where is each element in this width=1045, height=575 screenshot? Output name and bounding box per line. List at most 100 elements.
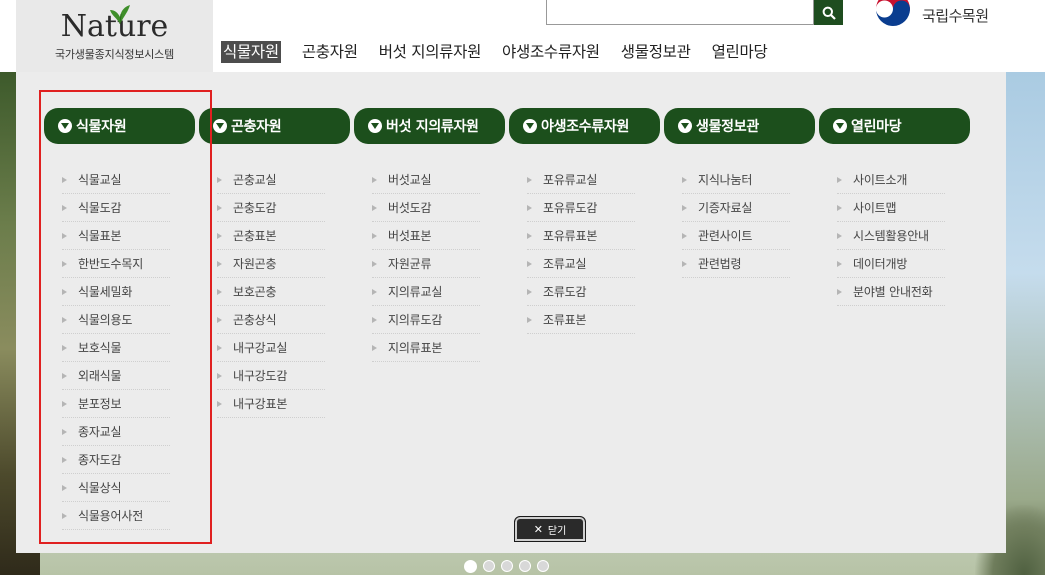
bullet-triangle-icon [62, 400, 67, 407]
menu-item[interactable]: 곤충교실 [217, 166, 325, 194]
gnb-item-bio-info[interactable]: 생물정보관 [621, 41, 691, 63]
menu-head-mushroom[interactable]: 버섯 지의류자원 [354, 108, 505, 144]
menu-item[interactable]: 지의류교실 [372, 278, 480, 306]
menu-item[interactable]: 관련법령 [682, 250, 790, 278]
menu-item[interactable]: 내구강표본 [217, 390, 325, 418]
slider-dot[interactable] [537, 560, 549, 572]
menu-item-label: 데이터개방 [853, 257, 908, 271]
menu-item[interactable]: 분포정보 [62, 390, 170, 418]
menu-item[interactable]: 종자교실 [62, 418, 170, 446]
bullet-triangle-icon [62, 232, 67, 239]
menu-item[interactable]: 내구강교실 [217, 334, 325, 362]
menu-head-label: 생물정보관 [696, 119, 759, 135]
menu-item[interactable]: 자원균류 [372, 250, 480, 278]
menu-item[interactable]: 시스템활용안내 [837, 222, 945, 250]
menu-head-insect[interactable]: 곤충자원 [199, 108, 350, 144]
menu-item[interactable]: 지의류표본 [372, 334, 480, 362]
chevron-down-icon [523, 119, 537, 133]
menu-item[interactable]: 버섯도감 [372, 194, 480, 222]
bullet-triangle-icon [527, 288, 532, 295]
menu-item[interactable]: 외래식물 [62, 362, 170, 390]
menu-head-bio-info[interactable]: 생물정보관 [664, 108, 815, 144]
menu-item-label: 곤충상식 [233, 313, 277, 327]
menu-item[interactable]: 포유류교실 [527, 166, 635, 194]
menu-item-label: 보호식물 [78, 341, 122, 355]
slider-dot[interactable] [501, 560, 513, 572]
menu-item[interactable]: 버섯교실 [372, 166, 480, 194]
menu-item-label: 사이트맵 [853, 201, 897, 215]
bullet-triangle-icon [372, 176, 377, 183]
menu-item[interactable]: 식물의용도 [62, 306, 170, 334]
leaf-icon [109, 5, 130, 25]
bullet-triangle-icon [372, 288, 377, 295]
slider-dot[interactable] [519, 560, 531, 572]
menu-item[interactable]: 내구강도감 [217, 362, 325, 390]
menu-head-label: 야생조수류자원 [541, 119, 630, 135]
menu-item-label: 기증자료실 [698, 201, 753, 215]
menu-item[interactable]: 사이트맵 [837, 194, 945, 222]
menu-item[interactable]: 식물세밀화 [62, 278, 170, 306]
menu-item[interactable]: 식물표본 [62, 222, 170, 250]
menu-item[interactable]: 곤충도감 [217, 194, 325, 222]
menu-item[interactable]: 버섯표본 [372, 222, 480, 250]
bullet-triangle-icon [372, 232, 377, 239]
menu-item-label: 조류교실 [543, 257, 587, 271]
menu-item-label: 식물도감 [78, 201, 122, 215]
menu-item[interactable]: 곤충표본 [217, 222, 325, 250]
menu-item[interactable]: 포유류표본 [527, 222, 635, 250]
menu-item[interactable]: 식물상식 [62, 474, 170, 502]
org-name: 국립수목원 [922, 6, 989, 25]
menu-item[interactable]: 한반도수목지 [62, 250, 170, 278]
search-input[interactable] [546, 0, 814, 25]
menu-item[interactable]: 조류표본 [527, 306, 635, 334]
chevron-down-icon [678, 119, 692, 133]
bullet-triangle-icon [62, 260, 67, 267]
menu-item[interactable]: 관련사이트 [682, 222, 790, 250]
slider-dot[interactable] [464, 560, 477, 573]
menu-item[interactable]: 조류도감 [527, 278, 635, 306]
menu-item-label: 포유류표본 [543, 229, 598, 243]
menu-item[interactable]: 지식나눔터 [682, 166, 790, 194]
menu-column-mushroom: 버섯 지의류자원버섯교실 버섯도감버섯표본자원균류 지의류교실 지의류도감 지의류표본 [354, 108, 509, 530]
gnb-item-insect[interactable]: 곤충자원 [302, 41, 358, 63]
menu-item[interactable]: 분야별 안내전화 [837, 278, 945, 306]
menu-item[interactable]: 식물용어사전 [62, 502, 170, 530]
menu-head-label: 곤충자원 [231, 119, 282, 135]
bullet-triangle-icon [372, 316, 377, 323]
gnb-item-plant[interactable]: 식물자원 [221, 41, 281, 63]
chevron-down-icon [833, 119, 847, 133]
menu-item-label: 버섯표본 [388, 229, 432, 243]
menu-item-label: 식물교실 [78, 173, 122, 187]
menu-head-wildlife[interactable]: 야생조수류자원 [509, 108, 660, 144]
menu-item[interactable]: 데이터개방 [837, 250, 945, 278]
gnb-item-wildlife[interactable]: 야생조수류자원 [502, 41, 600, 63]
menu-item[interactable]: 조류교실 [527, 250, 635, 278]
menu-item-label: 내구강표본 [233, 397, 288, 411]
menu-item[interactable]: 자원곤충 [217, 250, 325, 278]
menu-item[interactable]: 포유류도감 [527, 194, 635, 222]
menu-head-plant[interactable]: 식물자원 [44, 108, 195, 144]
gnb-item-mushroom[interactable]: 버섯 지의류자원 [379, 41, 482, 63]
gnb-item-open-forum[interactable]: 열린마당 [712, 41, 768, 63]
chevron-down-icon [213, 119, 227, 133]
mega-menu-panel: 식물자원식물교실식물도감식물표본 한반도수목지 식물세밀화 식물의용도보호식물외래식물… [16, 72, 1006, 553]
menu-item-label: 종자교실 [78, 425, 122, 439]
menu-head-label: 버섯 지의류자원 [386, 119, 479, 135]
menu-item[interactable]: 식물교실 [62, 166, 170, 194]
org-logo[interactable]: 국립수목원 [872, 0, 989, 30]
menu-item[interactable]: 곤충상식 [217, 306, 325, 334]
menu-item[interactable]: 지의류도감 [372, 306, 480, 334]
search-button[interactable] [814, 0, 843, 25]
bullet-triangle-icon [372, 204, 377, 211]
menu-item[interactable]: 식물도감 [62, 194, 170, 222]
menu-item[interactable]: 기증자료실 [682, 194, 790, 222]
menu-head-open-forum[interactable]: 열린마당 [819, 108, 970, 144]
menu-item[interactable]: 종자도감 [62, 446, 170, 474]
slider-dot[interactable] [483, 560, 495, 572]
menu-item[interactable]: 사이트소개 [837, 166, 945, 194]
site-logo[interactable]: Nature 국가생물종지식정보시스템 [16, 0, 213, 72]
menu-item[interactable]: 보호식물 [62, 334, 170, 362]
close-button[interactable]: ✕ 닫기 [514, 516, 586, 542]
menu-list: 지식나눔터기증자료실관련사이트 관련법령 [664, 166, 819, 278]
menu-item[interactable]: 보호곤충 [217, 278, 325, 306]
